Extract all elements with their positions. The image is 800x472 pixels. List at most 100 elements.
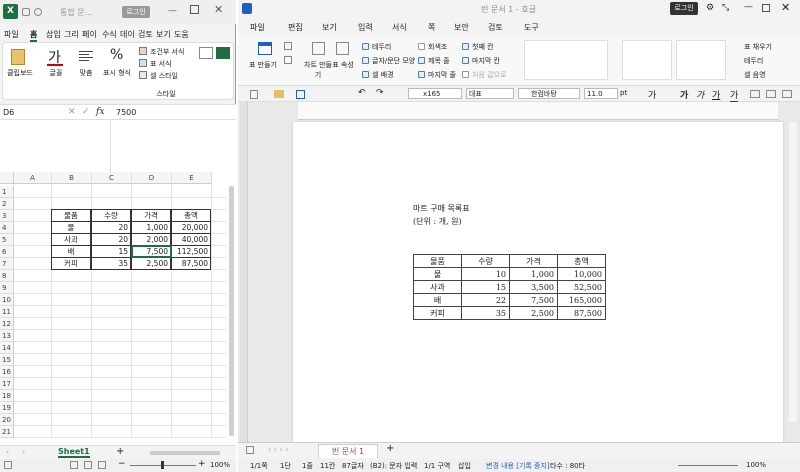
doc-table-cell[interactable]: 7,500 (509, 293, 558, 307)
zoom-slider-thumb[interactable] (161, 461, 164, 469)
zoom-level[interactable]: 100% (746, 461, 766, 469)
hwp-menu-item[interactable]: 편집 (288, 22, 303, 33)
hwp-menu-item[interactable]: 보기 (322, 22, 337, 33)
menu-item[interactable]: 검토 (138, 29, 153, 40)
status-item[interactable]: 삽입 (458, 461, 471, 471)
option-checkbox[interactable] (462, 43, 469, 50)
select-all-corner[interactable] (0, 172, 14, 184)
option-checkbox[interactable] (418, 57, 425, 64)
font-select[interactable]: 한컴바탕 (518, 88, 580, 99)
row-header[interactable]: 19 (0, 402, 14, 414)
table-cell[interactable]: 87,500 (171, 257, 211, 270)
style-box[interactable]: x165 (408, 88, 462, 99)
column-header[interactable]: D (132, 172, 172, 184)
zoom-level[interactable]: 100% (210, 461, 230, 469)
option-checkbox[interactable] (362, 57, 369, 64)
align-left-icon[interactable] (750, 90, 760, 98)
menu-item[interactable]: 파일 (4, 29, 19, 40)
save-icon[interactable] (22, 8, 30, 16)
doc-table-cell[interactable]: 52,500 (557, 280, 606, 294)
hwp-login-button[interactable]: 로그인 (670, 2, 698, 15)
menu-item[interactable]: 보기 (156, 29, 171, 40)
row-header[interactable]: 18 (0, 390, 14, 402)
column-header[interactable]: C (92, 172, 132, 184)
table-props-icon[interactable] (336, 42, 349, 55)
hwp-menu-item[interactable]: 쪽 (428, 22, 435, 33)
hwp-menu-item[interactable]: 파일 (250, 22, 265, 33)
zoom-in-icon[interactable]: + (198, 459, 206, 469)
fx-icon[interactable]: fx (96, 107, 104, 117)
row-header[interactable]: 14 (0, 342, 14, 354)
option-label[interactable]: 회색조 (428, 42, 447, 52)
status-item[interactable]: (B2): 문자 입력 (370, 461, 417, 471)
font-size-input[interactable]: 11.0 (584, 88, 618, 99)
row-header[interactable]: 8 (0, 270, 14, 282)
settings-icon[interactable]: ⚙ (706, 3, 714, 13)
doc-table-cell[interactable]: 3,500 (509, 280, 558, 294)
doc-table-cell[interactable]: 2,500 (509, 306, 558, 320)
menu-item[interactable]: 수식 (102, 29, 117, 40)
sheet-tab[interactable]: Sheet1 (58, 447, 90, 458)
row-header[interactable]: 9 (0, 282, 14, 294)
row-header[interactable]: 11 (0, 306, 14, 318)
normal-view-icon[interactable] (70, 461, 78, 469)
row-header[interactable]: 5 (0, 234, 14, 246)
column-header[interactable]: E (172, 172, 212, 184)
share-icon[interactable] (216, 47, 230, 59)
option-checkbox[interactable] (362, 71, 369, 78)
vertical-scrollbar[interactable] (789, 122, 797, 422)
doc-table[interactable]: 물품 수량 가격 총액 물 10 1,000 10,000 사과 15 3,50… (413, 254, 606, 320)
doc-table-cell[interactable]: 커피 (413, 306, 462, 320)
style-name-select[interactable]: 대표 (466, 88, 514, 99)
clipboard-label[interactable]: 클립보드 (5, 68, 35, 78)
tab-list-icon[interactable] (246, 446, 254, 454)
excel-login-button[interactable]: 로그인 (122, 6, 150, 18)
row-header[interactable]: 15 (0, 354, 14, 366)
column-header[interactable]: B (52, 172, 92, 184)
zoom-slider[interactable] (678, 465, 738, 466)
erase-table-icon[interactable] (284, 56, 292, 64)
row-header[interactable]: 21 (0, 426, 14, 438)
table-style-gallery-2[interactable] (622, 40, 672, 80)
open-icon[interactable] (274, 90, 284, 98)
cell-style-button[interactable]: 셀 스타일 (150, 71, 178, 81)
align-label[interactable]: 맞춤 (73, 68, 99, 78)
menu-item[interactable]: 데이 (120, 29, 135, 40)
grid-area[interactable]: A B C D E 1 2 3 4 5 6 7 8 9 10 11 12 13 14 15 16 17 18 19 20 21 물품… (0, 172, 236, 445)
doc-table-cell[interactable]: 165,000 (557, 293, 606, 307)
option-checkbox[interactable] (362, 43, 369, 50)
doc-tab[interactable]: 빈 문서 1 (318, 444, 378, 458)
break-view-icon[interactable] (98, 461, 106, 469)
option-label[interactable]: 처음 값으로 (472, 70, 506, 80)
menu-item[interactable]: 페이 (82, 29, 97, 40)
table-cell[interactable]: 커피 (51, 257, 91, 270)
save-icon[interactable] (296, 90, 305, 99)
close-icon[interactable]: ✕ (214, 3, 223, 16)
confirm-formula-icon[interactable]: ✓ (82, 107, 90, 117)
option-checkbox[interactable] (418, 71, 425, 78)
table-icon[interactable] (258, 42, 272, 55)
option-label[interactable]: 테두리 (372, 42, 391, 52)
option-label[interactable]: 첫째 칸 (472, 42, 494, 52)
close-icon[interactable]: ✕ (781, 1, 790, 14)
add-doc-tab-icon[interactable]: + (386, 443, 394, 454)
status-item[interactable]: 1/1 구역 (424, 461, 450, 471)
row-header[interactable]: 2 (0, 198, 14, 210)
maximize-icon[interactable] (762, 4, 770, 12)
column-header[interactable]: A (14, 172, 52, 184)
doc-table-cell[interactable]: 35 (461, 306, 510, 320)
doc-unit-line[interactable]: (단위 : 개, 원) (413, 216, 462, 227)
comment-icon[interactable] (199, 47, 213, 59)
table-fill-button[interactable]: 표 채우기 (744, 42, 772, 52)
table-props-button[interactable]: 표 속성 (330, 60, 356, 70)
menu-item[interactable]: 홈 (30, 29, 38, 42)
cell-shading-button[interactable]: 셀 음영 (744, 70, 766, 80)
font-bigger-icon[interactable]: 가 (648, 88, 656, 101)
formula-input[interactable]: 7500 (116, 108, 136, 117)
row-header[interactable]: 3 (0, 210, 14, 222)
doc-table-cell[interactable]: 10,000 (557, 267, 606, 281)
option-label[interactable]: 셀 배경 (372, 70, 394, 80)
undo-icon[interactable] (34, 8, 42, 16)
table-cell[interactable]: 35 (91, 257, 131, 270)
doc-table-cell[interactable]: 87,500 (557, 306, 606, 320)
